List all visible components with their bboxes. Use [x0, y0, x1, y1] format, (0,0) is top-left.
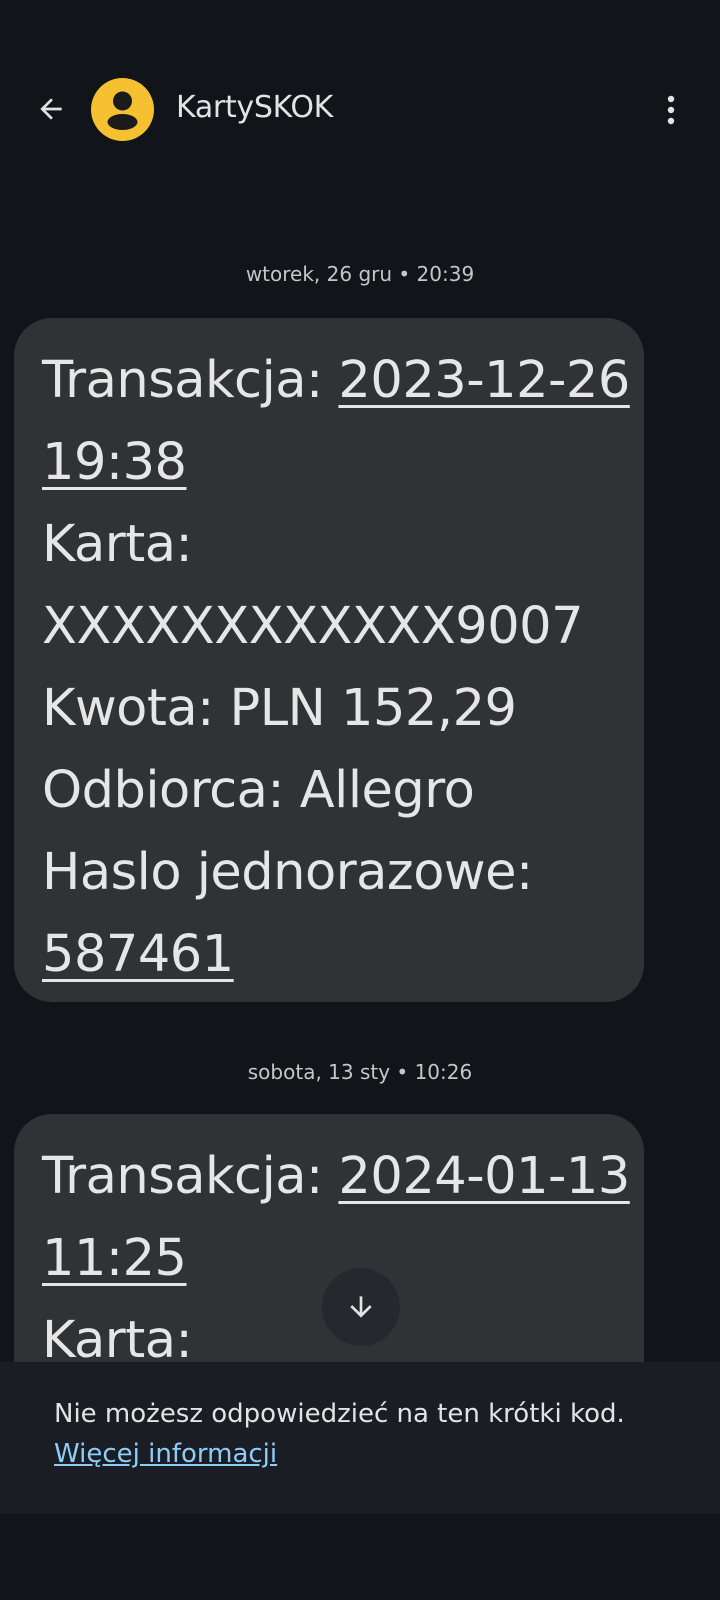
message-timestamp: wtorek, 26 gru • 20:39: [245, 262, 475, 286]
message-bubble[interactable]: Transakcja: 2023-12-26 19:38 Karta: XXXX…: [14, 318, 644, 1002]
message-text: Kwota: PLN 152,29: [42, 679, 517, 738]
message-line: Transakcja: 2023-12-26: [42, 340, 630, 422]
time-link[interactable]: 19:38: [42, 433, 187, 492]
reply-disabled-panel: Nie możesz odpowiedzieć na ten krótki ko…: [0, 1362, 720, 1514]
contact-name[interactable]: KartySKOK: [176, 88, 333, 128]
message-line: 19:38: [42, 422, 616, 504]
arrow-down-icon: [350, 1296, 372, 1318]
person-icon: [107, 91, 138, 130]
message-text: Odbiorca: Allegro: [42, 761, 475, 820]
arrow-left-icon: [40, 98, 62, 120]
more-vert-icon: [667, 95, 675, 125]
message-text: XXXXXXXXXXXX9007: [42, 597, 584, 656]
scroll-to-bottom-button[interactable]: [322, 1268, 400, 1346]
reply-disabled-notice: Nie możesz odpowiedzieć na ten krótki ko…: [54, 1399, 625, 1429]
message-line: Transakcja: 2024-01-13: [42, 1136, 630, 1218]
message-text: Transakcja:: [42, 1147, 339, 1206]
more-info-link[interactable]: Więcej informacji: [54, 1434, 666, 1474]
conversation-header: KartySKOK: [0, 60, 720, 160]
more-options-button[interactable]: [647, 80, 695, 140]
conversation-screen: KartySKOK wtorek, 26 gru • 20:39 Transak…: [0, 0, 720, 1600]
back-button[interactable]: [24, 82, 78, 136]
avatar[interactable]: [91, 78, 154, 141]
date-link[interactable]: 2023-12-26: [338, 351, 630, 410]
code-link[interactable]: 587461: [42, 925, 234, 984]
message-text: Transakcja:: [42, 351, 339, 410]
date-link[interactable]: 2024-01-13: [338, 1147, 630, 1206]
message-line: 587461: [42, 914, 616, 996]
message-timestamp: sobota, 13 sty • 10:26: [247, 1060, 473, 1084]
message-text: Haslo jednorazowe:: [42, 843, 533, 902]
message-text: Karta:: [42, 515, 193, 574]
time-link[interactable]: 11:25: [42, 1229, 187, 1288]
